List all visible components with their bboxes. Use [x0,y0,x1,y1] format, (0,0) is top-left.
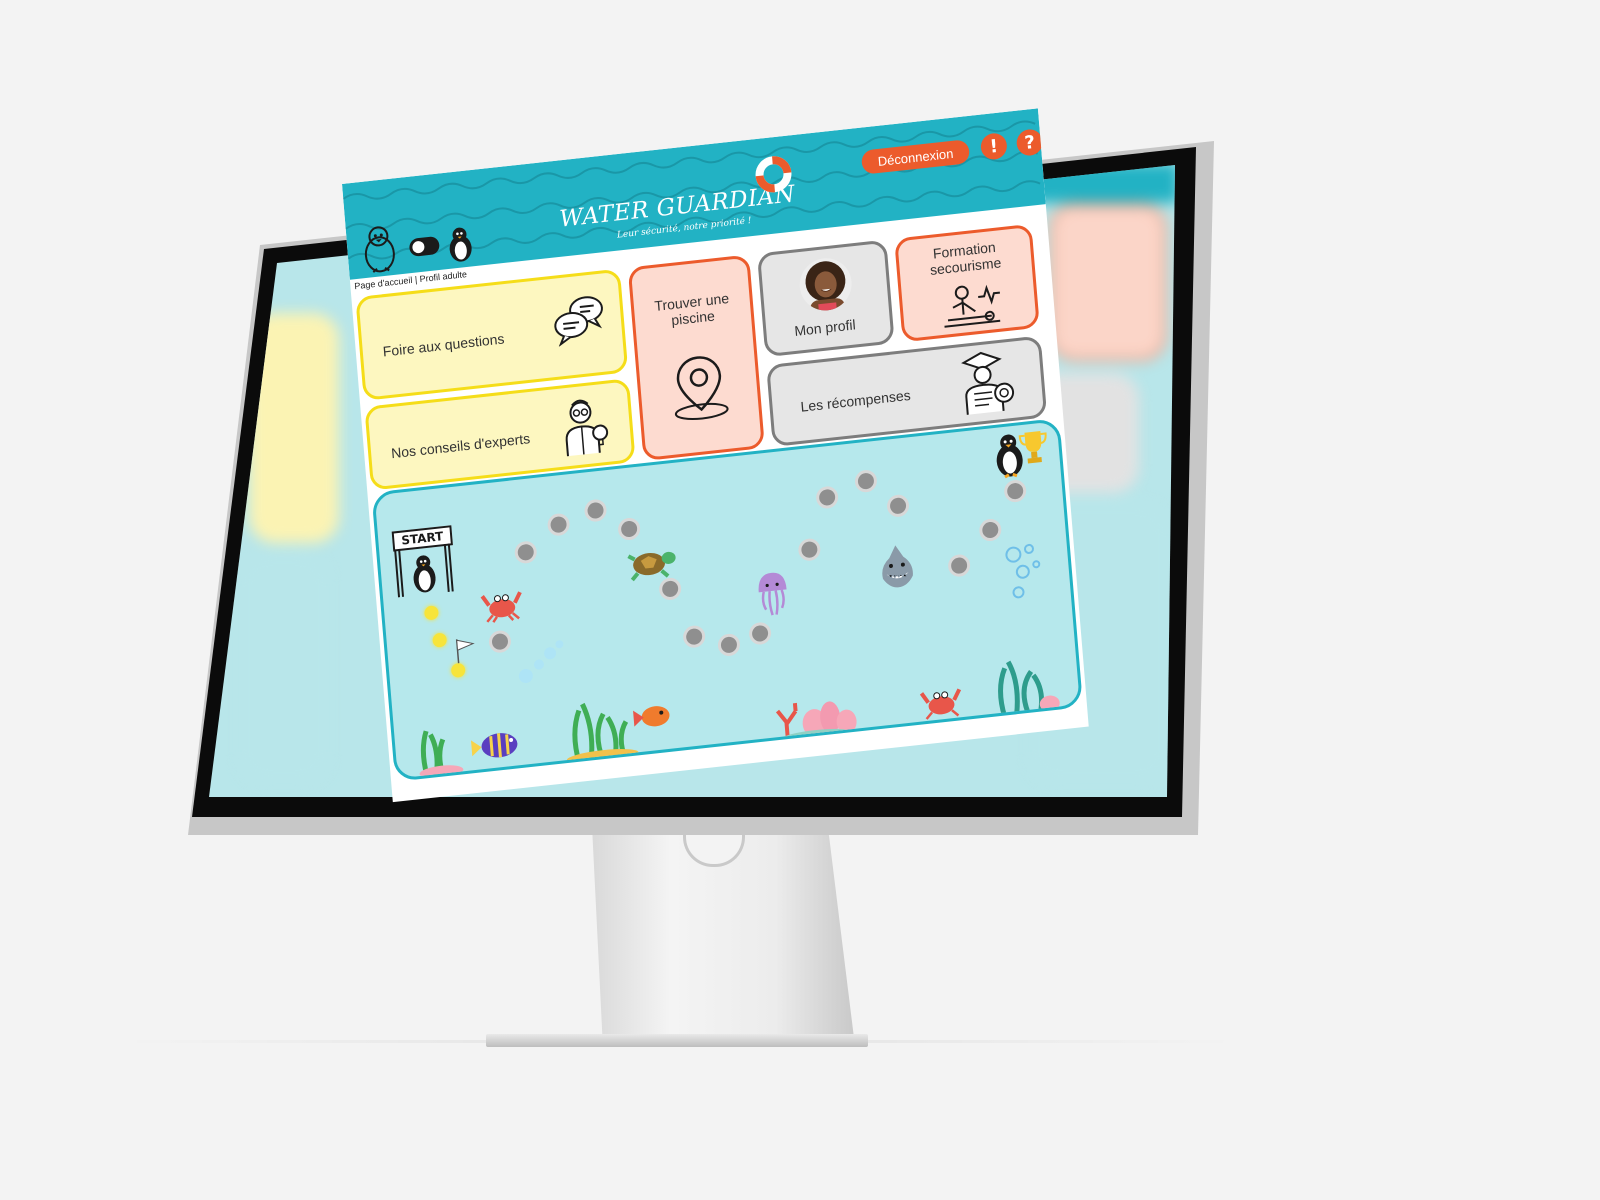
path-step[interactable] [617,516,641,542]
first-aid-label: Formation secourisme [929,238,1002,278]
path-step[interactable] [488,629,512,654]
profile-label: Mon profil [793,316,857,339]
graduate-award-icon [961,351,1015,415]
path-step[interactable] [546,512,571,537]
chat-bubbles-icon [554,296,603,348]
fish-icon [633,706,670,727]
penguin-icon[interactable] [358,222,402,276]
path-step[interactable] [886,493,910,518]
path-step[interactable] [978,517,1003,543]
avatar [797,255,854,314]
faq-label: Foire aux questions [382,330,505,360]
turtle-icon [627,551,676,582]
crab-icon [480,591,522,623]
penguin-dark-icon[interactable] [444,224,477,265]
toggle-knob [411,240,425,254]
shark-icon [882,545,913,588]
start-gate: START [389,523,456,599]
coral-icon [775,701,857,742]
find-pool-card[interactable]: Trouver une piscine [627,254,765,462]
bubbles-icon [1005,543,1041,599]
seaweed-icon [998,660,1060,718]
path-step[interactable] [717,632,741,658]
path-step[interactable] [658,576,683,602]
app-content: WATER GUARDIAN Leur sécurité, notre prio… [342,108,1089,803]
first-aid-card[interactable]: Formation secourisme [894,223,1040,343]
rewards-label: Les récompenses [799,386,912,415]
path-step[interactable] [797,537,822,562]
trophy-icon [1018,431,1047,464]
seaweed-icon [566,702,639,764]
path-step[interactable] [513,540,538,565]
first-aid-icon [944,284,1001,328]
find-pool-label: Trouver une piscine [653,289,730,329]
faq-card[interactable]: Foire aux questions [355,268,629,401]
path-step[interactable] [682,624,707,649]
jellyfish-icon [758,572,787,616]
location-pin-icon [674,356,729,421]
lifebuoy-icon [755,156,792,193]
flag-icon [455,639,475,664]
path-step[interactable] [947,553,971,578]
path-step[interactable] [815,485,839,510]
expert-icon [565,399,609,457]
profile-card[interactable]: Mon profil [756,239,895,358]
crab-icon [919,688,962,720]
path-step[interactable] [583,498,608,523]
app-window: WATER GUARDIAN Leur sécurité, notre prio… [342,108,1089,803]
monitor-base [486,1034,868,1047]
fish-icon [470,733,518,758]
experts-label: Nos conseils d'experts [390,430,531,462]
coin [432,632,448,648]
path-step[interactable] [854,468,878,494]
path-step[interactable] [748,621,772,646]
coin [423,605,439,621]
seaweed-icon [419,730,464,780]
path-step[interactable] [1003,478,1028,504]
start-penguin-icon [394,543,454,598]
